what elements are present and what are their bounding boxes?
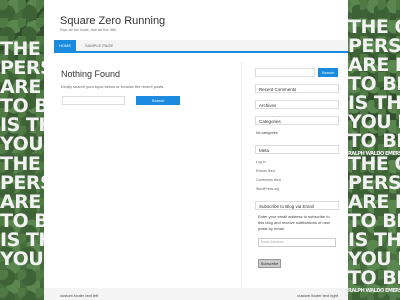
meta-link-wordpress-org[interactable]: WordPress.org: [256, 187, 279, 191]
sidebar-search-input[interactable]: [255, 68, 315, 77]
meta-link-entries-feed[interactable]: Entries feed: [256, 169, 275, 173]
main-navigation: HOME SAMPLE PAGE: [54, 40, 348, 53]
categories-empty-text: No categories: [256, 131, 278, 135]
background-quote-left-bottom: THE ONLY PERSON YOU ARE DESTINED TO BECO…: [0, 155, 44, 269]
email-field[interactable]: Email Address: [258, 238, 336, 247]
widget-title-categories: Categories: [255, 116, 339, 125]
meta-link-login[interactable]: Log in: [256, 160, 266, 164]
footer-text-right: custom footer text right: [297, 293, 338, 298]
subscribe-button[interactable]: Subscribe: [258, 259, 281, 268]
sidebar-search-button[interactable]: Search: [318, 68, 338, 77]
site-title[interactable]: Square Zero Running: [60, 15, 165, 27]
nav-item-sample-page[interactable]: SAMPLE PAGE: [80, 40, 118, 51]
widget-title-recent-comments: Recent Comments: [255, 84, 339, 93]
footer-text-left: custom footer text left: [60, 293, 99, 298]
page-container: Square Zero Running Run all the trails, …: [44, 0, 348, 300]
footer: custom footer text left custom footer te…: [44, 288, 348, 300]
nav-item-home[interactable]: HOME: [54, 40, 76, 51]
page-title: Nothing Found: [61, 69, 121, 79]
main-content: Nothing Found Kindly search your topic b…: [54, 62, 242, 286]
search-button[interactable]: Search: [136, 96, 180, 105]
widget-title-meta: Meta: [255, 145, 339, 154]
background-quote-right-bottom: THE ONLY PERSON YOU ARE DESTINED TO BECO…: [348, 155, 400, 294]
site-description: Run all the trails, live all the life!: [60, 27, 117, 32]
subscribe-description: Enter your email address to subscribe to…: [258, 214, 330, 231]
background-quote-right-top: THE ONLY PERSON YOU ARE DESTINED TO BECO…: [348, 18, 400, 157]
widget-title-subscribe: Subscribe to Blog via Email: [255, 201, 339, 210]
background-quote-left-top: THE ONLY PERSON YOU ARE DESTINED TO BECO…: [0, 40, 44, 154]
meta-link-comments-feed[interactable]: Comments feed: [256, 178, 281, 182]
not-found-message: Kindly search your topic below or browse…: [61, 84, 165, 89]
search-input[interactable]: [62, 96, 125, 105]
widget-title-archives: Archives: [255, 100, 339, 109]
